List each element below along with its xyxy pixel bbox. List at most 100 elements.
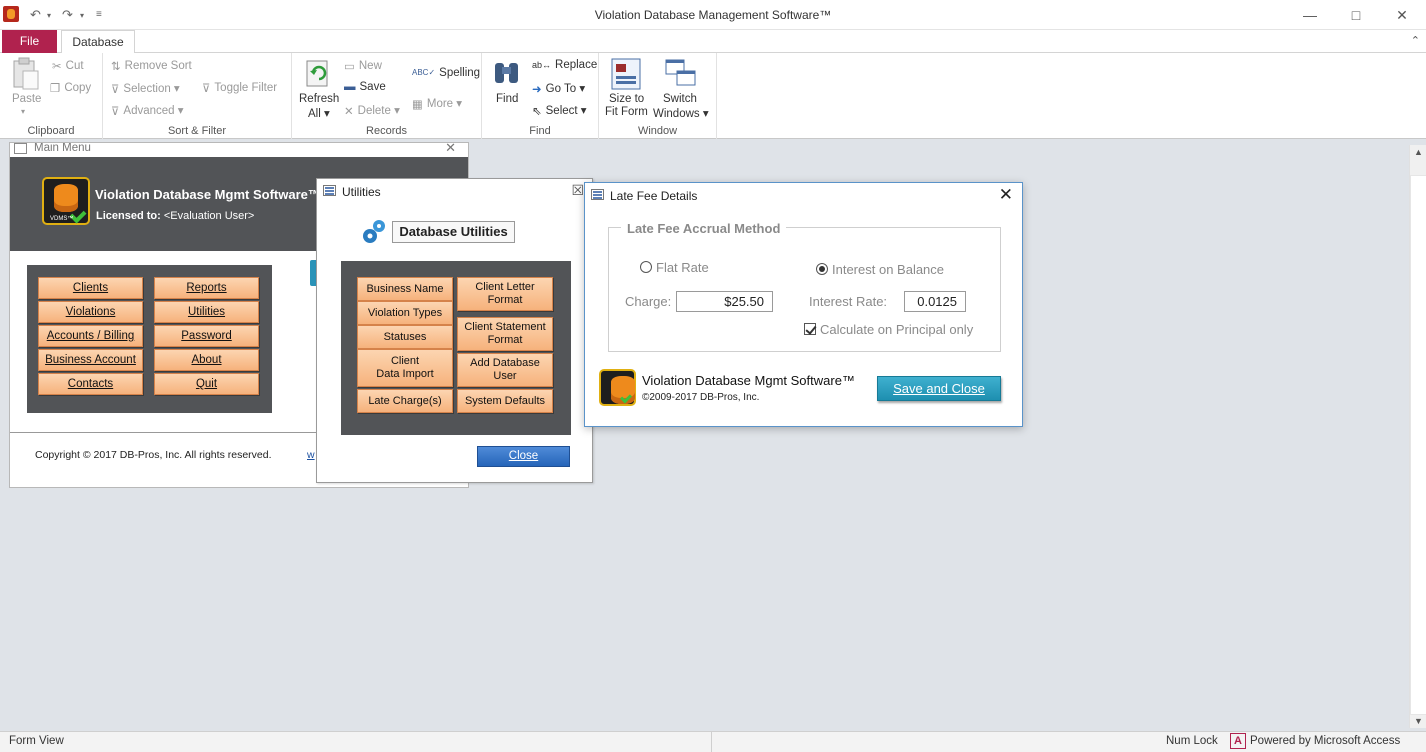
num-lock-status: Num Lock (1166, 735, 1218, 747)
powered-by-text: Powered by Microsoft Access (1250, 735, 1401, 747)
go-to-arrow-icon: ➜ (532, 83, 542, 96)
late-fee-close-icon[interactable]: ✕ (999, 185, 1013, 205)
refresh-all-button[interactable]: Refresh (299, 93, 339, 105)
tab-file[interactable]: File (2, 30, 57, 53)
accounts-billing-button[interactable]: Accounts / Billing (38, 325, 143, 347)
replace-label: Replace (555, 59, 598, 71)
form-icon (14, 143, 27, 154)
close-icon[interactable]: ✕ (1379, 0, 1425, 30)
minimize-icon[interactable]: — (1287, 0, 1333, 30)
utilities-close-icon[interactable]: ☒ (571, 182, 584, 199)
utilities-close-button[interactable]: Close (477, 446, 570, 467)
cut-button[interactable]: ✂ Cut (52, 59, 84, 73)
paste-button[interactable]: Paste (12, 93, 41, 105)
reports-button[interactable]: Reports (154, 277, 259, 299)
statuses-button[interactable]: Statuses (357, 325, 453, 349)
switch-windows-button[interactable]: Switch (663, 93, 697, 105)
spelling-label: Spelling (439, 67, 481, 79)
access-logo-icon: A (1230, 733, 1246, 749)
find-button[interactable]: Find (496, 93, 518, 105)
copy-button[interactable]: ❐ Copy (50, 81, 91, 95)
business-account-button[interactable]: Business Account (38, 349, 143, 371)
add-database-user-button[interactable]: Add Database User (457, 353, 553, 387)
client-statement-format-button[interactable]: Client Statement Format (457, 317, 553, 351)
select-button[interactable]: ⇖ Select ▾ (532, 103, 587, 118)
website-link[interactable]: w (307, 449, 315, 461)
window-title: Violation Database Management Software™ (594, 8, 832, 22)
group-label-clipboard: Clipboard (27, 125, 75, 137)
save-record-button[interactable]: ▬ Save (344, 81, 386, 93)
vdms-logo-icon: VDMS™ (42, 177, 90, 225)
selection-button[interactable]: ⊽ Selection ▾ (111, 81, 180, 96)
size-to-fit-label-1: Size to (609, 93, 645, 105)
flat-rate-radio[interactable]: Flat Rate (640, 260, 709, 275)
advanced-button[interactable]: ⊽ Advanced ▾ (111, 103, 184, 118)
quit-button[interactable]: Quit (154, 373, 259, 395)
late-fee-title: Late Fee Details (610, 189, 698, 203)
main-menu-close-icon[interactable]: ✕ (445, 143, 456, 156)
size-to-fit-button[interactable]: Size to (609, 93, 644, 105)
flat-rate-label: Flat Rate (656, 260, 709, 275)
cut-label: Cut (65, 60, 84, 73)
password-button[interactable]: Password (154, 325, 259, 347)
violation-types-button[interactable]: Violation Types (357, 301, 453, 325)
interest-on-balance-label: Interest on Balance (832, 262, 945, 277)
violations-button[interactable]: Violations (38, 301, 143, 323)
refresh-all-label-2[interactable]: All ▾ (308, 106, 330, 120)
cursor-icon: ⇖ (532, 105, 542, 118)
form-icon (591, 189, 604, 200)
status-bar: Form View Num Lock A Powered by Microsof… (0, 731, 1426, 752)
client-data-import-button[interactable]: Client Data Import (357, 349, 453, 387)
main-menu-button-panel: Clients Reports Violations Utilities Acc… (27, 265, 272, 413)
ribbon-tab-row: File Database ⌃ (0, 30, 1426, 54)
client-letter-format-button[interactable]: Client Letter Format (457, 277, 553, 311)
collapse-ribbon-icon[interactable]: ⌃ (1411, 34, 1420, 47)
more-button[interactable]: ▦ More ▾ (412, 96, 462, 111)
utilities-button[interactable]: Utilities (154, 301, 259, 323)
group-label-sort-filter: Sort & Filter (167, 125, 227, 137)
scroll-track[interactable] (1410, 175, 1426, 715)
vertical-scrollbar[interactable]: ▲ ▼ (1409, 145, 1426, 728)
utilities-heading: Database Utilities (392, 221, 515, 243)
maximize-icon[interactable]: □ (1333, 0, 1379, 30)
remove-sort-button[interactable]: ⇅ Remove Sort (111, 59, 192, 73)
system-defaults-button[interactable]: System Defaults (457, 389, 553, 413)
interest-rate-input[interactable]: 0.0125 (904, 291, 966, 312)
license-info: Licensed to: <Evaluation User> (96, 210, 254, 222)
group-label-find: Find (529, 125, 551, 137)
scroll-down-icon[interactable]: ▼ (1410, 716, 1426, 726)
about-button[interactable]: About (154, 349, 259, 371)
main-menu-copyright: Copyright © 2017 DB-Pros, Inc. All right… (35, 449, 272, 461)
charge-label: Charge: (625, 294, 672, 309)
group-label-window: Window (637, 125, 678, 137)
business-name-button[interactable]: Business Name (357, 277, 453, 301)
interest-rate-label: Interest Rate: (809, 294, 888, 309)
new-label: New (358, 60, 382, 73)
group-records: Refresh All ▾ ▭ New ▬ Save ✕ Delete ▾ ABC✓ S… (292, 53, 482, 139)
new-record-button[interactable]: ▭ New (344, 59, 382, 73)
toggle-filter-button[interactable]: ⊽ Toggle Filter (202, 81, 277, 95)
size-to-fit-icon (611, 58, 641, 90)
group-find: Find ab↔ Replace ➜ Go To ▾ ⇖ Select ▾ Find (482, 53, 599, 139)
contacts-button[interactable]: Contacts (38, 373, 143, 395)
delete-record-button[interactable]: ✕ Delete ▾ (344, 103, 400, 118)
late-fee-titlebar: Late Fee Details ✕ (585, 183, 1022, 209)
switch-windows-label-2[interactable]: Windows ▾ (653, 106, 709, 120)
clients-button[interactable]: Clients (38, 277, 143, 299)
utilities-title: Utilities (342, 185, 381, 199)
utilities-titlebar: Utilities ☒ (317, 179, 592, 203)
interest-on-balance-radio[interactable]: Interest on Balance (816, 262, 944, 277)
radio-unchecked-icon (640, 261, 652, 273)
select-label: Select (545, 105, 578, 117)
principal-only-checkbox[interactable]: Calculate on Principal only (804, 322, 973, 337)
go-to-button[interactable]: ➜ Go To ▾ (532, 81, 585, 96)
replace-button[interactable]: ab↔ Replace (532, 59, 597, 71)
spelling-button[interactable]: ABC✓ Spelling (412, 67, 480, 79)
charge-input[interactable]: $25.50 (676, 291, 773, 312)
tab-database[interactable]: Database (61, 30, 135, 54)
paste-dropdown-icon[interactable]: ▾ (21, 107, 25, 116)
late-charges-button[interactable]: Late Charge(s) (357, 389, 453, 413)
size-to-fit-label-2[interactable]: Fit Form (605, 106, 648, 118)
scroll-up-icon[interactable]: ▲ (1410, 147, 1426, 157)
save-and-close-button[interactable]: Save and Close (877, 376, 1001, 401)
